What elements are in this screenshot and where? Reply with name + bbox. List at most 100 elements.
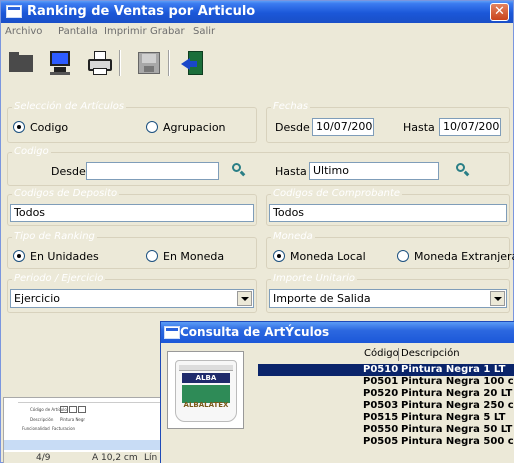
row-code: P0520 [363, 388, 399, 399]
doc-text: Facturacion [52, 426, 76, 431]
fecha-hasta-field[interactable]: 10/07/2007 [439, 118, 501, 136]
group-title: Codigos de Comprobante [271, 188, 403, 199]
radio-label: Agrupacion [163, 121, 226, 134]
row-description: Pintura Negra 50 LT [401, 424, 513, 435]
printer-icon[interactable] [85, 48, 115, 78]
exit-door-icon[interactable] [179, 48, 209, 78]
radio-label: Codigo [30, 121, 69, 134]
menu-archivo[interactable]: Archivo [5, 26, 42, 37]
group-codigo: Codigo Desde Hasta Ultimo [7, 146, 510, 186]
importe-value: Importe de Salida [273, 292, 371, 305]
group-title: Tipo de Ranking [12, 231, 97, 242]
chevron-down-icon[interactable] [237, 291, 252, 306]
menu-salir[interactable]: Salir [193, 26, 215, 37]
window-title: Ranking de Ventas por Articulo [27, 4, 256, 19]
group-title: Selección de Artículos [12, 101, 127, 112]
title-bar[interactable]: Ranking de Ventas por Articulo ✕ [1, 1, 513, 23]
table-row[interactable]: P0515 Pintura Negra 5 LT [258, 412, 514, 424]
header-separator [398, 348, 399, 361]
menu-grabar[interactable]: Grabar [150, 26, 185, 37]
header-codigo[interactable]: Código [364, 348, 399, 359]
background-document: Código de Artículo Descripción Pintura N… [3, 397, 162, 463]
radio-dot [13, 121, 25, 133]
table-row[interactable]: P0550 Pintura Negra 50 LT [258, 424, 514, 436]
group-title: Moneda [271, 231, 315, 242]
radio-label: En Unidades [30, 250, 99, 263]
header-descripcion[interactable]: Descripción [401, 348, 460, 359]
list-header: Código Descripción [258, 347, 514, 363]
paint-bucket-image: ALBA ALBALATEX [175, 360, 237, 422]
doc-position: A 10,2 cm [92, 453, 138, 463]
codigo-hasta-field[interactable]: Ultimo [309, 162, 439, 180]
doc-taskbar [4, 440, 161, 450]
document-page: Código de Artículo Descripción Pintura N… [18, 402, 161, 432]
doc-page-number: 4/9 [36, 453, 51, 463]
periodo-value: Ejercicio [14, 292, 60, 305]
row-code: P0503 [363, 400, 399, 411]
row-code: P0501 [363, 376, 399, 387]
doc-cell [69, 406, 77, 413]
group-moneda: Moneda Moneda Local Moneda Extranjera [266, 231, 514, 269]
row-description: Pintura Negra 250 cm3 [401, 400, 514, 411]
group-deposito: Codigos de Deposito Todos [7, 188, 257, 226]
row-code: P0515 [363, 412, 399, 423]
group-fechas: Fechas Desde 10/07/2007 Hasta 10/07/2007 [266, 101, 510, 143]
hasta-label: Hasta [403, 121, 435, 134]
codigo-desde-label: Desde [51, 165, 86, 178]
menu-bar: Archivo Pantalla Imprimir Grabar Salir [1, 23, 513, 41]
table-row[interactable]: P0501Pintura Negra 100 cm3 [258, 376, 514, 388]
deposito-field[interactable]: Todos [10, 204, 254, 222]
radio-label: En Moneda [163, 250, 225, 263]
row-code: P0505 [363, 436, 399, 447]
radio-dot [146, 121, 158, 133]
consulta-title-bar[interactable]: Consulta de ArtÝculos [161, 322, 514, 343]
menu-pantalla[interactable]: Pantalla [58, 26, 98, 37]
menu-imprimir[interactable]: Imprimir [104, 26, 147, 37]
table-row[interactable]: P0503Pintura Negra 250 cm3 [258, 400, 514, 412]
search-icon[interactable] [451, 161, 473, 179]
consulta-window: Consulta de ArtÝculos ALBA ALBALATEX Cód… [160, 321, 514, 463]
group-title: Importe Unitario [271, 273, 358, 284]
table-row[interactable]: P0505Pintura Negra 500 cm3 [258, 436, 514, 448]
row-description: Pintura Negra 500 cm3 [401, 436, 514, 447]
group-title: Codigo [12, 146, 51, 157]
row-description: Pintura Negra 1 LT [401, 364, 506, 375]
consulta-title: Consulta de ArtÝculos [180, 325, 330, 339]
window-icon [6, 5, 22, 18]
importe-select[interactable]: Importe de Salida [269, 289, 507, 308]
comprobante-field[interactable]: Todos [269, 204, 507, 222]
bucket-word: ALBALATEX [183, 401, 229, 409]
main-window: Ranking de Ventas por Articulo ✕ Archivo… [0, 0, 514, 463]
toolbar-separator [168, 50, 170, 76]
doc-text: Pintura Negr [60, 417, 86, 422]
codigo-hasta-label: Hasta [275, 165, 307, 178]
table-row[interactable]: P0520 Pintura Negra 20 LT [258, 388, 514, 400]
doc-statusbar: 4/9 A 10,2 cm Lín [4, 452, 161, 463]
row-description: Pintura Negra 5 LT [401, 412, 506, 423]
group-title: Periodo / Ejercicio [12, 273, 106, 284]
close-button[interactable]: ✕ [490, 3, 509, 21]
radio-dot [13, 250, 25, 262]
periodo-select[interactable]: Ejercicio [10, 289, 254, 308]
table-row[interactable]: P0510 Pintura Negra 1 LT [258, 364, 514, 376]
chevron-down-icon[interactable] [490, 291, 505, 306]
window-icon [164, 326, 180, 339]
articles-list[interactable]: Código Descripción P0510 Pintura Negra 1 … [258, 347, 514, 463]
group-periodo: Periodo / Ejercicio Ejercicio [7, 273, 257, 313]
group-seleccion: Selección de Artículos Codigo Agrupacion [7, 101, 257, 143]
radio-dot [273, 250, 285, 262]
doc-line: Lín [144, 453, 158, 463]
row-description: Pintura Negra 100 cm3 [401, 376, 514, 387]
monitor-icon[interactable] [45, 48, 75, 78]
radio-dot [146, 250, 158, 262]
codigo-desde-field[interactable] [86, 162, 219, 180]
search-icon[interactable] [227, 161, 249, 179]
floppy-disk-icon[interactable] [134, 48, 164, 78]
fecha-desde-field[interactable]: 10/07/2007 [312, 118, 374, 136]
row-code: P0510 [363, 364, 399, 375]
doc-cell [60, 406, 68, 413]
folder-icon[interactable] [6, 48, 36, 78]
group-title: Fechas [271, 101, 311, 112]
row-code: P0550 [363, 424, 399, 435]
radio-dot [397, 250, 409, 262]
